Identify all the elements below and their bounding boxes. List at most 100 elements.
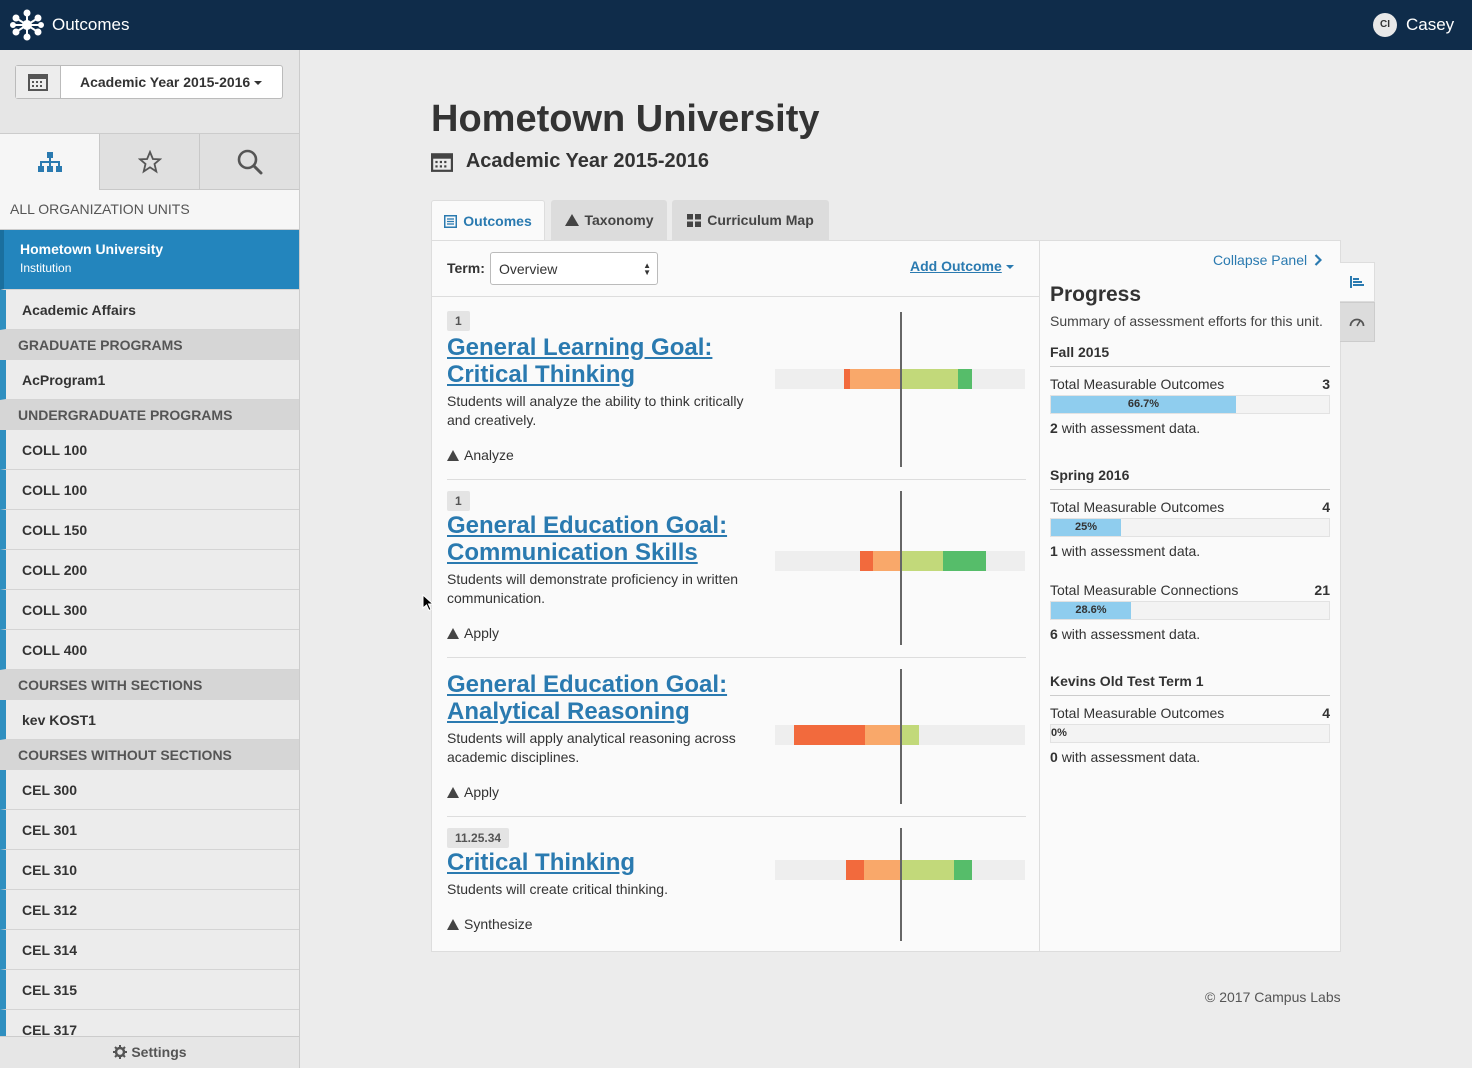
sidebar-item[interactable]: kev KOST1 — [0, 700, 299, 740]
academic-year-heading: Academic Year 2015-2016 — [465, 150, 709, 172]
taxonomy-level: Analyze — [447, 447, 514, 463]
settings-button[interactable]: Settings — [0, 1036, 299, 1068]
outcome-divider — [447, 816, 1026, 817]
taxonomy-level-label: Apply — [464, 784, 500, 800]
panel-switcher — [1340, 262, 1375, 342]
distribution-segment — [860, 551, 873, 571]
app-title[interactable]: Outcomes — [52, 15, 129, 35]
progress-metric-label: Total Measurable Outcomes 3 — [1050, 376, 1330, 392]
progress-metric-label: Total Measurable Outcomes 4 — [1050, 705, 1330, 721]
chevron-right-icon — [1314, 254, 1323, 266]
bar-chart-icon — [1350, 276, 1364, 288]
all-organization-units-link[interactable]: ALL ORGANIZATION UNITS — [0, 190, 299, 230]
outcome-description-line: Students will demonstrate proficiency in… — [447, 571, 739, 587]
progress-panel: Collapse Panel Progress Summary of asses… — [1039, 240, 1341, 952]
tab-curriculum-map[interactable]: Curriculum Map — [672, 200, 829, 240]
sidebar-item[interactable]: COLL 150 — [0, 510, 299, 550]
pyramid-icon — [564, 214, 579, 226]
sidebar-item[interactable]: COLL 100 — [0, 470, 299, 510]
sidebar: Academic Year 2015-2016 ALL ORGANIZATION… — [0, 50, 300, 1068]
outcome-code-badge: 11.25.34 — [447, 828, 510, 848]
progress-metric-note: 1 with assessment data. — [1050, 543, 1200, 559]
progress-term-heading: Kevins Old Test Term 1 — [1050, 673, 1330, 696]
collapse-panel-label: Collapse Panel — [1212, 252, 1308, 268]
tab-hierarchy[interactable] — [0, 134, 100, 190]
collapse-panel-button[interactable]: Collapse Panel — [1212, 252, 1323, 268]
chevron-down-icon — [1005, 265, 1014, 270]
sidebar-item[interactable]: COLL 300 — [0, 590, 299, 630]
sidebar-item[interactable]: COLL 200 — [0, 550, 299, 590]
sidebar-item[interactable]: CEL 317 — [0, 1010, 299, 1036]
sidebar-item[interactable]: COLL 400 — [0, 630, 299, 670]
outcome-title-link[interactable]: General Education Goal: Analytical Reason… — [447, 671, 767, 725]
outcome-title-line: Critical Thinking — [447, 849, 636, 876]
progress-bar: 0% — [1050, 724, 1330, 743]
gear-icon — [113, 1045, 128, 1059]
calendar-icon[interactable] — [16, 66, 61, 98]
tab-favorites[interactable] — [100, 134, 200, 190]
outcome-divider — [447, 657, 1026, 658]
progress-metric-total: 21 — [1314, 582, 1330, 598]
distribution-segment — [900, 725, 919, 745]
outcome-code-badge: 1 — [447, 311, 470, 331]
progress-panel-toggle[interactable] — [1340, 262, 1375, 302]
distribution-center-line — [900, 669, 902, 804]
top-bar: Outcomes CI Casey — [0, 0, 1472, 50]
sidebar-item[interactable]: CEL 315 — [0, 970, 299, 1010]
distribution-segment — [846, 860, 864, 880]
user-menu[interactable]: Casey — [1406, 15, 1454, 35]
progress-term-heading: Spring 2016 — [1050, 467, 1330, 490]
outcomes-logo-icon[interactable] — [10, 9, 44, 41]
distribution-segment — [954, 860, 972, 880]
outcome-divider — [447, 479, 1026, 480]
progress-subtitle: Summary of assessment efforts for this u… — [1050, 313, 1323, 329]
outcome-title-link[interactable]: General Learning Goal: Critical Thinking — [447, 334, 767, 388]
search-icon — [237, 149, 263, 174]
distribution-segment — [864, 860, 900, 880]
progress-metric-label: Total Measurable Connections 21 — [1050, 582, 1330, 598]
outcome-item: 11.25.34 Critical Thinking Students will c… — [432, 816, 1026, 953]
outcome-item: 1 General Education Goal: Communication Sk… — [432, 479, 1026, 657]
sidebar-item[interactable]: CEL 300 — [0, 770, 299, 810]
outcome-title-line: General Education Goal: — [447, 512, 728, 539]
sidebar-item[interactable]: COLL 100 — [0, 430, 299, 470]
sidebar-item[interactable]: Academic Affairs — [0, 290, 299, 330]
settings-label: Settings — [131, 1044, 187, 1060]
selected-unit-type: Institution — [20, 261, 72, 275]
avatar[interactable]: CI — [1373, 13, 1397, 37]
progress-bar-fill: 28.6% — [1051, 602, 1131, 619]
sidebar-item[interactable]: CEL 310 — [0, 850, 299, 890]
sidebar-item[interactable]: CEL 314 — [0, 930, 299, 970]
academic-year-picker[interactable]: Academic Year 2015-2016 — [15, 65, 283, 99]
outcome-item: 1 General Learning Goal: Critical Thinking… — [432, 297, 1026, 479]
star-icon — [137, 149, 162, 174]
tab-search[interactable] — [200, 134, 299, 190]
assessed-note: with assessment data. — [1061, 626, 1201, 642]
sidebar-item-selected-unit[interactable]: Hometown University Institution — [0, 230, 299, 290]
outcome-title-line: Critical Thinking — [447, 361, 636, 388]
taxonomy-level: Synthesize — [447, 916, 532, 932]
tab-curriculum-map-label: Curriculum Map — [707, 212, 814, 228]
assessed-count: 0 — [1050, 749, 1058, 765]
sidebar-item[interactable]: CEL 312 — [0, 890, 299, 930]
sidebar-item[interactable]: AcProgram1 — [0, 360, 299, 400]
term-select[interactable]: Overview ▲ ▼ — [490, 252, 658, 285]
progress-bar-fill: 66.7% — [1051, 396, 1236, 413]
outcome-description-line: academic disciplines. — [447, 749, 580, 765]
outcome-title-link[interactable]: General Education Goal: Communication Ski… — [447, 512, 767, 566]
outcome-description: Students will demonstrate proficiency in… — [447, 570, 757, 608]
outcome-title-line: Communication Skills — [447, 539, 698, 566]
sidebar-section-header: UNDERGRADUATE PROGRAMS — [0, 400, 299, 430]
page-title: Hometown University — [431, 98, 820, 140]
add-outcome-button[interactable]: Add Outcome — [910, 258, 1014, 274]
tab-taxonomy[interactable]: Taxonomy — [551, 200, 667, 240]
chevron-down-icon — [254, 81, 263, 86]
add-outcome-label: Add Outcome — [910, 258, 1002, 274]
distribution-segment — [900, 551, 943, 571]
outcome-description-line: communication. — [447, 590, 546, 606]
sidebar-item[interactable]: CEL 301 — [0, 810, 299, 850]
tab-outcomes[interactable]: Outcomes — [431, 200, 545, 241]
dashboard-panel-toggle[interactable] — [1340, 302, 1375, 342]
progress-bar-fill: 25% — [1051, 519, 1121, 536]
outcome-title-link[interactable]: Critical Thinking — [447, 849, 767, 876]
